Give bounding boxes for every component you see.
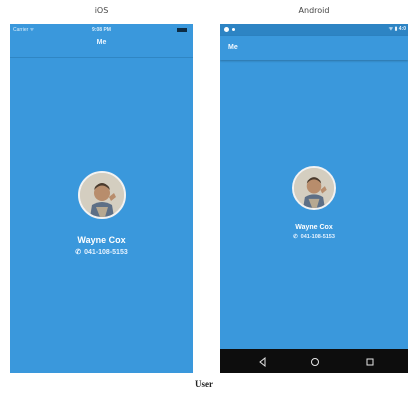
phone-icon: ✆ bbox=[293, 234, 298, 240]
back-icon[interactable] bbox=[256, 355, 270, 368]
android-status-right: ᯤ ▮ 4:0 bbox=[388, 26, 406, 32]
ios-nav-divider bbox=[10, 57, 193, 58]
ios-nav-title: Me bbox=[96, 39, 107, 46]
ios-profile: Wayne Cox ✆ 041-108-5153 bbox=[10, 171, 193, 256]
avatar-image bbox=[294, 168, 334, 208]
phone-number: 041-108-5153 bbox=[84, 249, 128, 256]
phone-icon: ✆ bbox=[75, 249, 82, 256]
ios-status-bar: Carrier ᯤ 9:08 PM bbox=[10, 24, 193, 37]
user-name: Wayne Cox bbox=[77, 235, 126, 245]
user-name: Wayne Cox bbox=[295, 224, 333, 231]
battery-icon bbox=[177, 28, 187, 32]
phone-number: 041-108-5153 bbox=[300, 234, 335, 240]
ios-clock: 9:08 PM bbox=[92, 27, 111, 33]
home-icon[interactable] bbox=[308, 355, 322, 367]
recent-apps-icon[interactable] bbox=[363, 355, 377, 367]
android-nav-bar bbox=[220, 349, 408, 373]
notification-icon bbox=[224, 27, 229, 32]
phone-number-row[interactable]: ✆ 041-108-5153 bbox=[220, 234, 408, 240]
android-platform-label: Android bbox=[298, 6, 330, 15]
ios-platform-label: iOS bbox=[94, 6, 109, 15]
ios-screen: Carrier ᯤ 9:08 PM Me Wayne Cox ✆ 041-108-… bbox=[10, 24, 193, 373]
android-profile: Wayne Cox ✆ 041-108-5153 bbox=[220, 166, 408, 240]
android-toolbar-title: Me bbox=[228, 44, 238, 51]
avatar[interactable] bbox=[77, 171, 126, 219]
avatar-image bbox=[79, 173, 124, 217]
android-toolbar: Me bbox=[220, 36, 408, 60]
avatar[interactable] bbox=[292, 166, 336, 210]
figure-caption: User bbox=[195, 379, 213, 389]
android-screen: ᯤ ▮ 4:0 Me Wayne Cox ✆ 041-108-5153 bbox=[220, 24, 408, 373]
android-status-bar: ᯤ ▮ 4:0 bbox=[220, 24, 408, 36]
phone-number-row[interactable]: ✆ 041-108-5153 bbox=[10, 248, 193, 256]
notification-dot-icon bbox=[232, 28, 235, 31]
